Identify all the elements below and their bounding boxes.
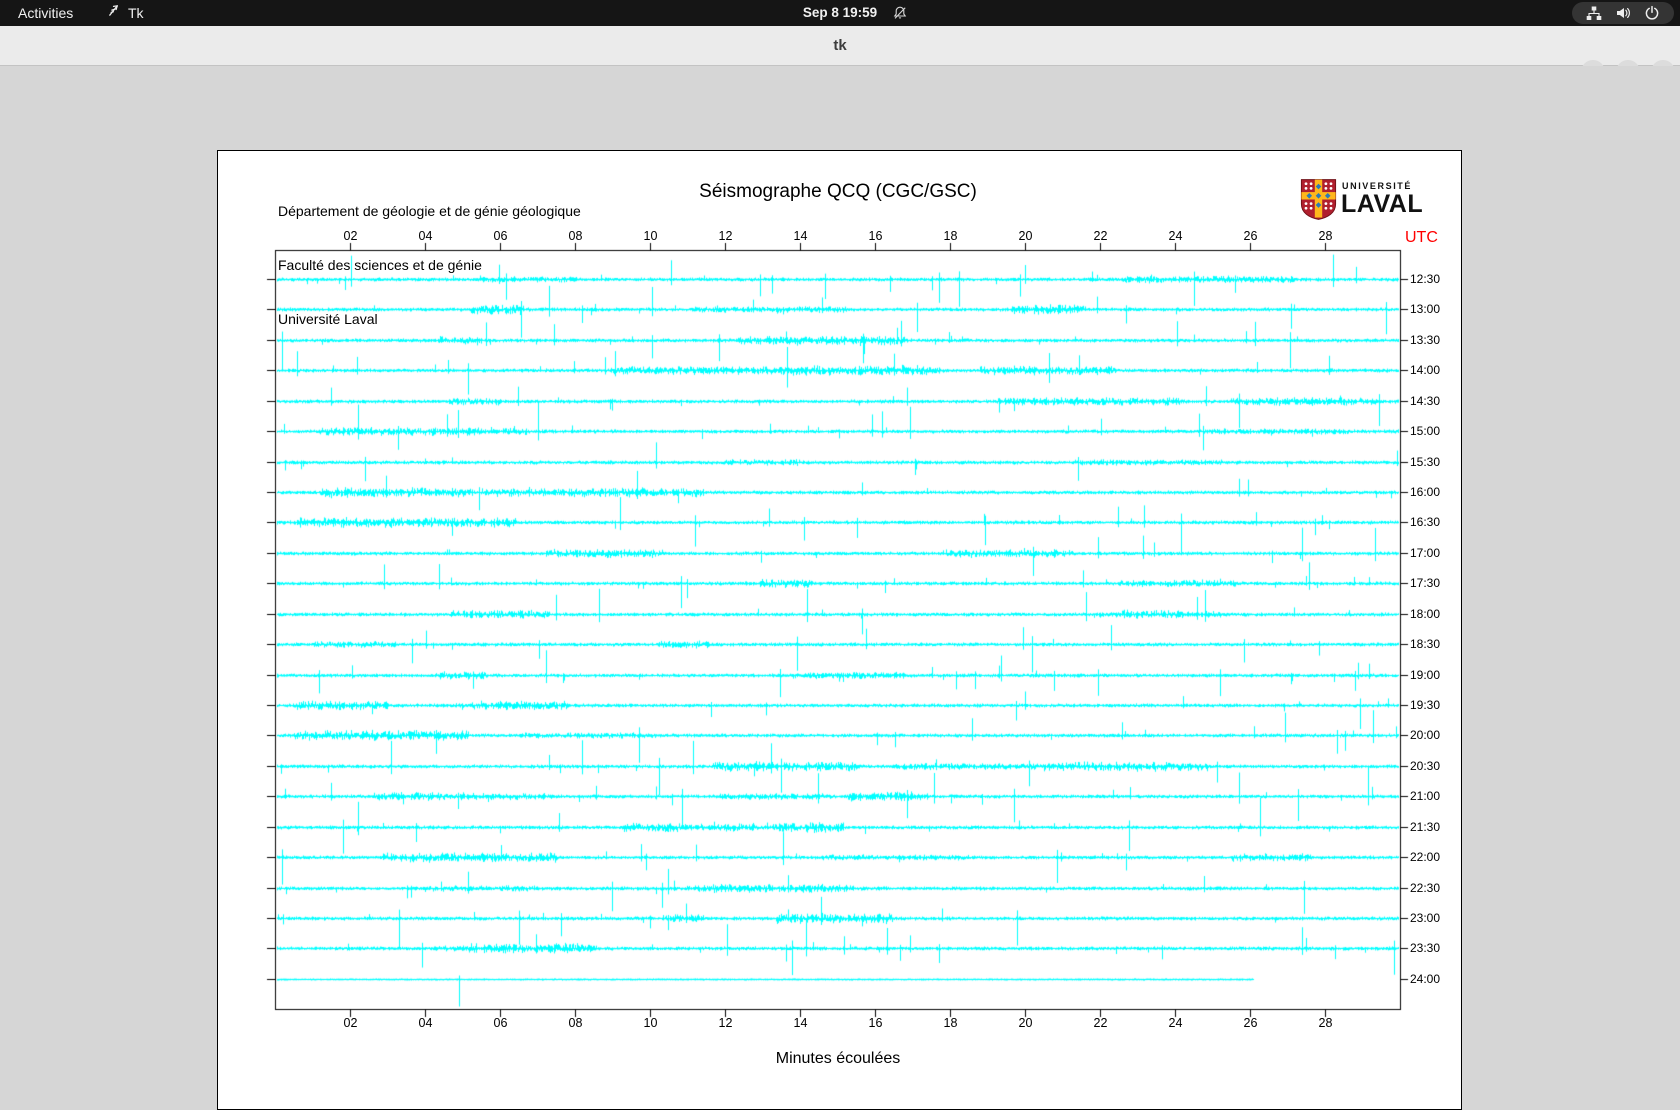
clock[interactable]: Sep 8 19:59 <box>803 0 877 26</box>
x-tick-label-top: 12 <box>718 229 733 243</box>
activities-button[interactable]: Activities <box>10 0 81 26</box>
utc-time-label: 15:00 <box>1410 424 1441 438</box>
utc-time-label: 14:00 <box>1410 363 1441 377</box>
utc-time-label: 21:00 <box>1410 789 1441 803</box>
notifications-disabled-icon <box>892 5 908 21</box>
x-tick-label-top: 14 <box>793 229 808 243</box>
utc-time-label: 13:00 <box>1410 302 1441 316</box>
utc-time-label: 16:30 <box>1410 515 1441 529</box>
utc-time-label: 23:00 <box>1410 911 1441 925</box>
utc-time-label: 22:30 <box>1410 881 1441 895</box>
seismograph-panel: Département de géologie et de génie géol… <box>217 150 1462 1110</box>
x-tick-label-bottom: 04 <box>418 1016 433 1030</box>
x-tick-label-top: 18 <box>943 229 958 243</box>
app-indicator-label: Tk <box>128 5 144 21</box>
utc-time-label: 14:30 <box>1410 394 1441 408</box>
app-indicator-tk[interactable]: Tk <box>106 0 144 26</box>
window-title: tk <box>833 37 847 54</box>
utc-time-label: 17:00 <box>1410 546 1441 560</box>
power-icon <box>1644 5 1660 21</box>
utc-time-label: 12:30 <box>1410 272 1441 286</box>
x-tick-label-top: 02 <box>343 229 358 243</box>
window-titlebar[interactable]: tk <box>0 26 1680 84</box>
gnome-top-bar: Activities Tk Sep 8 19:59 <box>0 0 1680 26</box>
x-tick-label-top: 06 <box>493 229 508 243</box>
x-tick-label-bottom: 08 <box>568 1016 583 1030</box>
x-tick-label-top: 24 <box>1168 229 1183 243</box>
x-tick-label-top: 28 <box>1318 229 1333 243</box>
x-tick-label-top: 22 <box>1093 229 1108 243</box>
utc-time-label: 20:30 <box>1410 759 1441 773</box>
org-line-2: Faculté des sciences et de génie <box>278 257 482 273</box>
universite-laval-logo: UNIVERSITÉ LAVAL <box>1300 176 1450 222</box>
logo-laval-text: LAVAL <box>1341 190 1424 218</box>
utc-time-label: 18:30 <box>1410 637 1441 651</box>
utc-label: UTC <box>1405 229 1438 246</box>
org-line-1: Département de géologie et de génie géol… <box>278 203 581 219</box>
x-tick-label-top: 26 <box>1243 229 1258 243</box>
x-tick-label-top: 08 <box>568 229 583 243</box>
utc-time-label: 15:30 <box>1410 455 1441 469</box>
x-tick-label-bottom: 12 <box>718 1016 733 1030</box>
x-tick-label-bottom: 02 <box>343 1016 358 1030</box>
utc-time-label: 22:00 <box>1410 850 1441 864</box>
org-line-3: Université Laval <box>278 311 378 327</box>
x-tick-label-top: 10 <box>643 229 658 243</box>
x-tick-label-bottom: 18 <box>943 1016 958 1030</box>
x-tick-label-bottom: 10 <box>643 1016 658 1030</box>
utc-time-label: 19:30 <box>1410 698 1441 712</box>
x-tick-label-bottom: 24 <box>1168 1016 1183 1030</box>
x-tick-label-bottom: 22 <box>1093 1016 1108 1030</box>
utc-time-label: 23:30 <box>1410 941 1441 955</box>
x-tick-label-bottom: 26 <box>1243 1016 1258 1030</box>
tk-icon <box>106 0 121 26</box>
utc-time-label: 21:30 <box>1410 820 1441 834</box>
utc-time-label: 13:30 <box>1410 333 1441 347</box>
volume-icon <box>1615 5 1631 21</box>
system-tray[interactable] <box>1572 2 1674 24</box>
x-tick-label-bottom: 06 <box>493 1016 508 1030</box>
utc-time-label: 24:00 <box>1410 972 1441 986</box>
window-body: Département de géologie et de génie géol… <box>0 66 1680 1110</box>
network-wired-icon <box>1586 5 1602 21</box>
x-tick-label-bottom: 28 <box>1318 1016 1333 1030</box>
x-axis-title: Minutes écoulées <box>775 1050 901 1067</box>
x-tick-label-bottom: 16 <box>868 1016 883 1030</box>
x-tick-label-top: 04 <box>418 229 433 243</box>
x-tick-label-bottom: 14 <box>793 1016 808 1030</box>
x-tick-label-top: 20 <box>1018 229 1033 243</box>
chart-title: Séismographe QCQ (CGC/GSC) <box>699 181 977 202</box>
x-tick-label-top: 16 <box>868 229 883 243</box>
utc-time-label: 17:30 <box>1410 576 1441 590</box>
utc-time-label: 19:00 <box>1410 668 1441 682</box>
utc-time-label: 16:00 <box>1410 485 1441 499</box>
utc-time-label: 20:00 <box>1410 728 1441 742</box>
x-tick-label-bottom: 20 <box>1018 1016 1033 1030</box>
utc-time-label: 18:00 <box>1410 607 1441 621</box>
